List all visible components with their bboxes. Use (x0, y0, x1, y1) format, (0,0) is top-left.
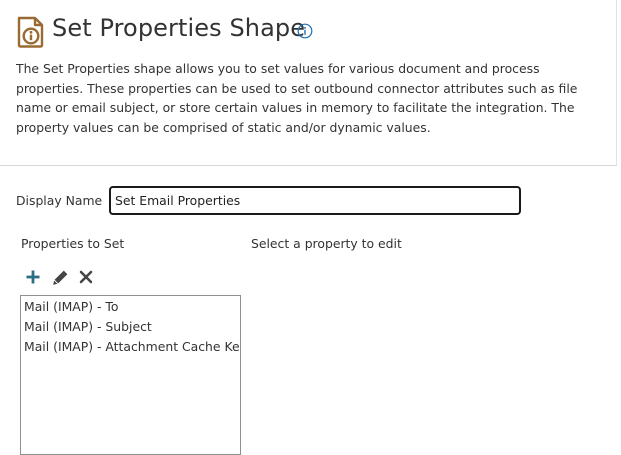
close-icon (79, 270, 93, 284)
delete-property-button[interactable] (77, 268, 95, 286)
set-properties-document-icon (16, 16, 46, 48)
shape-header: Set Properties Shape The Set Properties … (0, 0, 617, 166)
shape-description: The Set Properties shape allows you to s… (16, 61, 578, 135)
select-property-hint: Select a property to edit (251, 236, 402, 251)
page-title: Set Properties Shape (52, 14, 306, 42)
list-item[interactable]: Mail (IMAP) - Attachment Cache Key (21, 337, 240, 357)
info-icon[interactable] (297, 23, 313, 39)
pencil-icon (52, 270, 67, 285)
display-name-input[interactable] (109, 186, 521, 215)
list-item[interactable]: Mail (IMAP) - Subject (21, 317, 240, 337)
add-property-button[interactable] (24, 268, 42, 286)
display-name-label: Display Name (16, 193, 103, 208)
edit-property-button[interactable] (51, 268, 69, 286)
properties-to-set-label: Properties to Set (21, 236, 125, 251)
properties-list[interactable]: Mail (IMAP) - To Mail (IMAP) - Subject M… (20, 295, 241, 455)
list-item[interactable]: Mail (IMAP) - To (21, 297, 240, 317)
plus-icon (26, 270, 40, 284)
